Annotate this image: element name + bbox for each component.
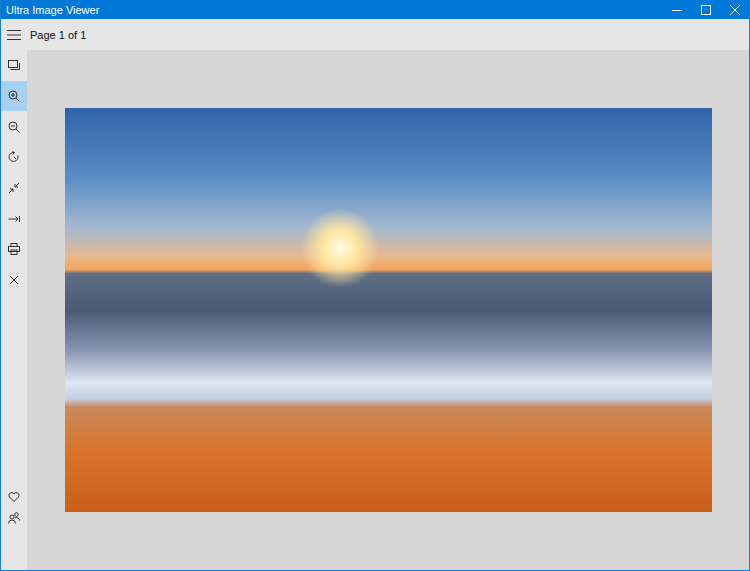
sidebar-item[interactable] <box>1 111 27 142</box>
close-icon <box>8 274 20 286</box>
zoom-out-icon <box>8 121 20 133</box>
rotate-icon <box>8 151 20 163</box>
toolbar: Page 1 of 1 <box>1 19 749 50</box>
sidebar-item[interactable] <box>1 173 27 204</box>
photo[interactable] <box>65 108 712 512</box>
hamburger-icon <box>7 30 21 40</box>
menu-button[interactable] <box>1 30 27 40</box>
close-window-icon <box>730 5 740 15</box>
sidebar-item[interactable] <box>1 142 27 173</box>
sidebar-item[interactable] <box>1 507 27 528</box>
sidebar-item[interactable] <box>1 81 27 112</box>
image-viewport <box>27 50 749 570</box>
minimize-button[interactable] <box>662 0 691 19</box>
close-button[interactable] <box>720 0 749 19</box>
app-window: Ultra Image Viewer Page 1 of 1 <box>0 0 750 571</box>
sun <box>300 208 380 288</box>
maximize-icon <box>701 5 711 15</box>
window-title: Ultra Image Viewer <box>1 4 99 16</box>
fit-width-icon <box>8 213 20 225</box>
page-label: Page 1 of 1 <box>27 29 86 41</box>
sidebar-item[interactable] <box>1 234 27 265</box>
sidebar-item[interactable] <box>1 203 27 234</box>
title-bar: Ultra Image Viewer <box>1 0 749 19</box>
slideshow-icon <box>8 59 20 71</box>
favorite-icon <box>8 491 20 503</box>
sidebar-item[interactable] <box>1 50 27 81</box>
sidebar-item[interactable] <box>1 486 27 507</box>
sidebar-item[interactable] <box>1 265 27 296</box>
fit-icon <box>8 182 20 194</box>
sidebar <box>1 50 27 570</box>
account-icon <box>8 512 20 524</box>
maximize-button[interactable] <box>691 0 720 19</box>
minimize-icon <box>672 5 682 15</box>
zoom-in-icon <box>8 90 20 102</box>
print-icon <box>8 243 20 255</box>
window-controls <box>662 0 749 19</box>
